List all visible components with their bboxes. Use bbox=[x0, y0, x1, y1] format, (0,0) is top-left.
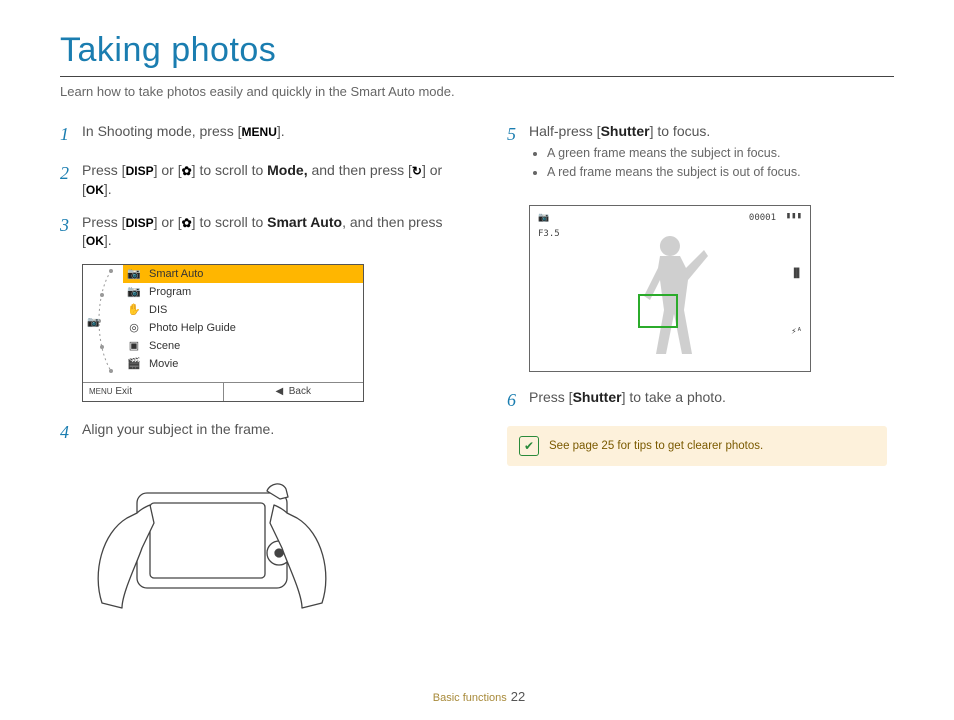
page-title: Taking photos bbox=[60, 28, 894, 77]
step-3: 3 Press [DISP] or [✿] to scroll to Smart… bbox=[60, 213, 447, 251]
guide-icon: ◎ bbox=[123, 321, 145, 335]
af-icon: ▐▌ bbox=[791, 268, 802, 280]
tip-box: ✔ See page 25 for tips to get clearer ph… bbox=[507, 426, 887, 466]
step-4: 4 Align your subject in the frame. bbox=[60, 420, 447, 444]
camera-illustration bbox=[82, 458, 342, 628]
menu-item-help: ◎Photo Help Guide bbox=[123, 319, 363, 337]
menu-item-movie: 🎬Movie bbox=[123, 355, 363, 373]
ok-button-label: OK bbox=[86, 182, 104, 198]
page-footer: Basic functions22 bbox=[0, 688, 954, 706]
battery-icon: ▮▮▮ bbox=[786, 210, 802, 222]
menu-item-program: 📷Program bbox=[123, 283, 363, 301]
menu-item-scene: ▣Scene bbox=[123, 337, 363, 355]
menu-item-smart-auto: 📷Smart Auto bbox=[123, 265, 363, 283]
camera-icon: 📷 bbox=[123, 267, 145, 281]
hand-icon: ✋ bbox=[123, 303, 145, 317]
disp-button-label: DISP bbox=[126, 163, 154, 179]
scene-icon: ▣ bbox=[123, 339, 145, 353]
camera-icon: 📷 bbox=[123, 285, 145, 299]
step-6: 6 Press [Shutter] to take a photo. bbox=[507, 388, 894, 412]
intro-text: Learn how to take photos easily and quic… bbox=[60, 83, 894, 101]
bullet-red: A red frame means the subject is out of … bbox=[547, 164, 894, 181]
macro-icon: ✿ bbox=[182, 215, 192, 231]
menu-rail-icon: 📷 bbox=[83, 265, 123, 377]
bullet-green: A green frame means the subject in focus… bbox=[547, 145, 894, 162]
disp-button-label: DISP bbox=[126, 215, 154, 231]
mode-menu: 📷 📷Smart Auto 📷Program ✋DIS ◎Photo Help … bbox=[82, 264, 364, 401]
step-1: 1 In Shooting mode, press [MENU]. bbox=[60, 122, 447, 146]
movie-icon: 🎬 bbox=[123, 357, 145, 371]
macro-icon: ✿ bbox=[182, 163, 192, 179]
svg-text:📷: 📷 bbox=[87, 317, 99, 328]
mode-icon: 📷 bbox=[538, 212, 549, 224]
right-column: 5 Half-press [Shutter] to focus. A green… bbox=[507, 122, 894, 628]
step-5: 5 Half-press [Shutter] to focus. A green… bbox=[507, 122, 894, 191]
ok-button-label: OK bbox=[86, 233, 104, 249]
menu-bottom-bar: MENU Exit ◀ Back bbox=[83, 382, 363, 401]
timer-icon: ↻ bbox=[412, 163, 422, 179]
tip-text: See page 25 for tips to get clearer phot… bbox=[549, 439, 763, 455]
menu-button-label: MENU bbox=[242, 124, 277, 140]
step-2: 2 Press [DISP] or [✿] to scroll to Mode,… bbox=[60, 161, 447, 199]
check-icon: ✔ bbox=[519, 436, 539, 456]
flash-icon: ⚡ᴬ bbox=[791, 326, 802, 338]
left-column: 1 In Shooting mode, press [MENU]. 2 Pres… bbox=[60, 122, 447, 628]
focus-frame bbox=[638, 294, 678, 328]
lcd-preview: 📷 F3.5 00001 ▮▮▮ ▐▌ ⚡ᴬ bbox=[529, 205, 811, 372]
frame-counter: 00001 bbox=[749, 212, 776, 224]
menu-item-dis: ✋DIS bbox=[123, 301, 363, 319]
aperture-readout: F3.5 bbox=[538, 228, 560, 240]
